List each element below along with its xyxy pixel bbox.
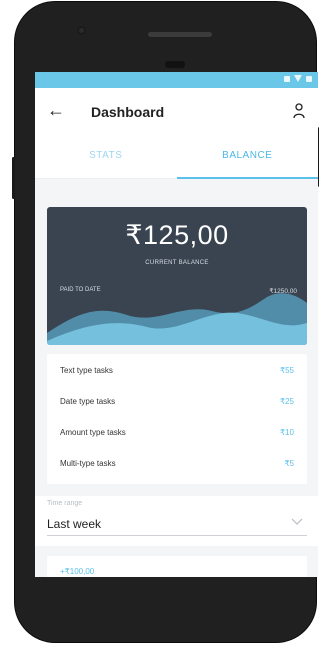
- time-range-label: Time range: [47, 500, 83, 507]
- task-value: ₹10: [280, 428, 294, 437]
- list-item: Date type tasks ₹25: [47, 385, 307, 416]
- wifi-icon: [294, 75, 302, 82]
- balance-wave-graphic: [47, 293, 307, 345]
- page-title: Dashboard: [91, 104, 165, 120]
- task-label: Date type tasks: [60, 397, 116, 406]
- front-camera: [77, 26, 86, 35]
- tab-stats[interactable]: STATS: [35, 136, 177, 178]
- current-balance-amount: ₹125,00: [125, 220, 229, 250]
- current-balance-label: CURRENT BALANCE: [145, 260, 209, 266]
- earning-entry-card: +₹100,00: [47, 556, 307, 577]
- task-value: ₹25: [280, 397, 294, 406]
- task-value: ₹5: [284, 459, 294, 468]
- tab-balance[interactable]: BALANCE: [177, 136, 319, 178]
- app-screen: ← Dashboard STATS BALANCE ₹125,00 CURREN…: [35, 72, 318, 577]
- time-range-value: Last week: [47, 517, 102, 531]
- app-bar: ← Dashboard: [35, 88, 318, 136]
- back-arrow-icon[interactable]: ←: [46, 100, 66, 120]
- task-value: ₹55: [280, 366, 294, 375]
- proximity-sensor: [165, 61, 185, 68]
- battery-icon: [306, 75, 312, 82]
- list-item: Amount type tasks ₹10: [47, 416, 307, 447]
- profile-icon[interactable]: [292, 102, 306, 120]
- status-bar: [35, 72, 318, 88]
- list-item: Multi-type tasks ₹5: [47, 447, 307, 478]
- time-range-section: Time range Last week: [35, 496, 318, 546]
- list-item: Text type tasks ₹55: [47, 354, 307, 385]
- time-range-select[interactable]: Last week: [47, 513, 307, 536]
- chevron-down-icon: [291, 518, 303, 525]
- task-label: Text type tasks: [60, 366, 113, 375]
- earpiece-speaker: [148, 32, 212, 37]
- status-icons: [284, 75, 312, 82]
- volume-button: [12, 157, 15, 199]
- active-tab-indicator: [176, 177, 318, 179]
- notification-icon: [284, 75, 290, 82]
- tab-bar: STATS BALANCE: [35, 136, 318, 179]
- task-label: Multi-type tasks: [60, 459, 116, 468]
- task-label: Amount type tasks: [60, 428, 126, 437]
- balance-card: ₹125,00 CURRENT BALANCE PAID TO DATE ₹12…: [47, 207, 307, 345]
- task-earnings-list: Text type tasks ₹55 Date type tasks ₹25 …: [47, 354, 307, 484]
- earning-amount: +₹100,00: [60, 567, 95, 576]
